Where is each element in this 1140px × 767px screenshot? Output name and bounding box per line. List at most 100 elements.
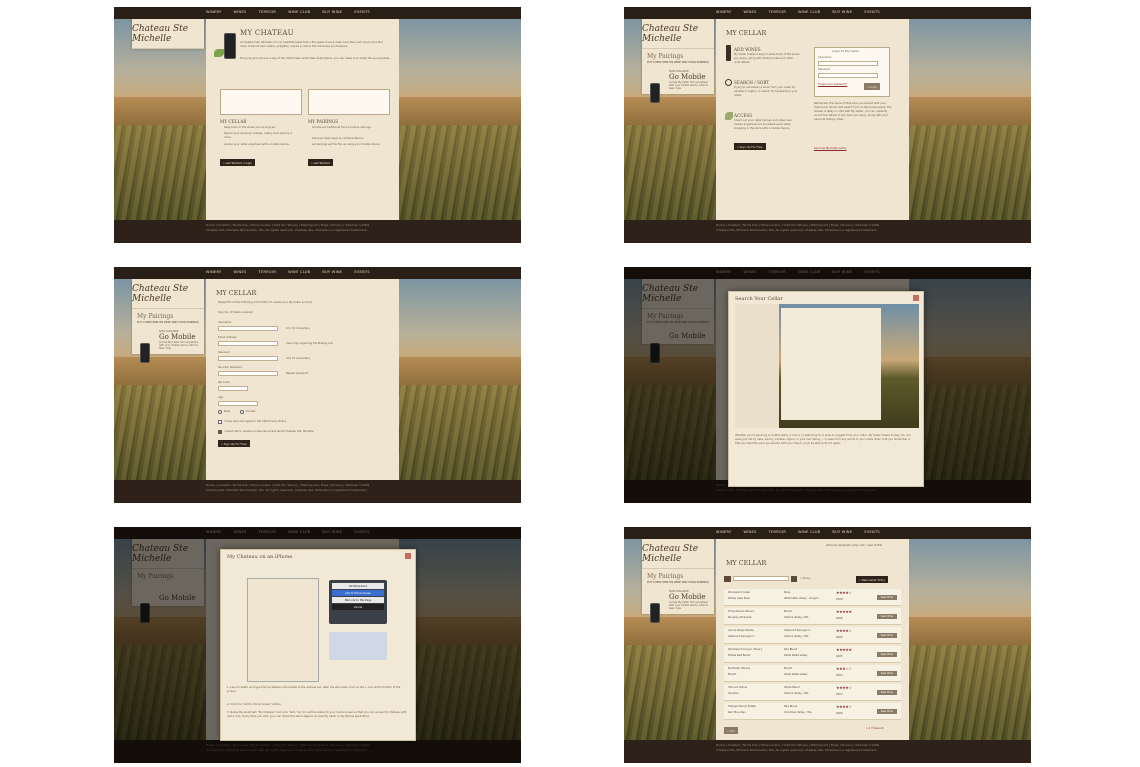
view-wine-button[interactable]: View Wine [876,614,897,619]
agree-label: I have read and agree to the CSM Privacy… [224,420,287,423]
mobile-title[interactable]: Go Mobile [669,73,709,81]
pairings-item: Go beyond traditional food and wine pair… [312,126,372,129]
nav-terroir[interactable]: TERROIR [769,10,787,14]
email-input[interactable] [218,341,278,346]
nav-terroir[interactable]: TERROIR [259,270,277,274]
view-wine-button[interactable]: View Wine [876,595,897,600]
nav-wine-club[interactable]: WINE CLUB [288,10,310,14]
pairings-title[interactable]: My Pairings [647,573,709,580]
add-bookmark-button[interactable]: Add Bookmark [332,583,384,589]
logo[interactable]: Chateau Ste Michelle [132,19,204,49]
sign-up-button[interactable]: » Sign Up For Free [218,440,250,447]
reenter-password-input[interactable] [218,371,278,376]
wine-sub: Estate Red Blend [728,654,751,657]
content-panel: MY CELLAR Please fill out the following … [206,279,399,480]
nav-terroir[interactable]: TERROIR [259,10,277,14]
list-by-control[interactable]: « list by [800,577,810,581]
mobile-title[interactable]: Go Mobile [669,593,709,601]
nav-buy-wine[interactable]: BUY WINE [322,270,342,274]
page-title: MY CELLAR [726,559,767,567]
nav-wines[interactable]: WINES [233,270,246,274]
table-row[interactable]: Woodward Canyon Winery Estate Red Blend Re… [724,646,901,663]
table-row[interactable]: Northstar Winery Merlot Merlot Walla Walla … [724,665,901,682]
nav-wine-club[interactable]: WINE CLUB [798,530,820,534]
pairings-heading: MY PAIRINGS [308,119,339,124]
close-icon[interactable] [405,553,411,559]
nav-events[interactable]: EVENTS [354,10,370,14]
password-input[interactable] [818,73,878,78]
forgot-password-link[interactable]: Forgot your password? [818,83,847,87]
sign-up-button[interactable]: » Sign Up For Free [734,143,766,150]
add-button[interactable]: » Add [724,727,739,734]
table-row[interactable]: Three Rivers Winery Runway Ultracade Merlo… [724,608,901,625]
nav-winery[interactable]: WINERY [716,10,731,14]
gender-radio-male[interactable] [218,410,222,414]
page-title: MY CELLAR [216,289,257,297]
access-heading: ACCESS [734,113,753,118]
pairings-sub: PUT A NEW SPIN ON WINE AND FOOD PAIRINGS [647,581,709,584]
login-button[interactable]: » Login [864,83,881,90]
nav-winery[interactable]: WINERY [206,10,221,14]
sidebar: Chateau Ste Michelle My Pairings PUT A N… [132,279,204,363]
view-wine-button[interactable]: View Wine [876,633,897,638]
table-row[interactable]: Chinook Wines Semillon White Blend Yakima V… [724,684,901,701]
cancel-button[interactable]: Cancel [332,604,384,610]
zip-input[interactable] [218,386,248,391]
close-icon[interactable] [913,295,919,301]
age-input[interactable] [218,401,258,406]
nav-wines[interactable]: WINES [233,10,246,14]
nav-events[interactable]: EVENTS [864,10,880,14]
logo[interactable]: Chateau Ste Michelle [642,19,714,49]
wine-name: Hedges Family Estate [728,705,756,708]
wine-region: Walla Walla Valley [784,654,808,657]
username-input[interactable] [218,326,278,331]
nav-wines[interactable]: WINES [743,10,756,14]
welcome-bar[interactable]: Welcome playtesta | Sign Out | View Prof… [826,544,882,548]
gender-radio-female[interactable] [240,410,244,414]
pairings-title[interactable]: My Pairings [137,313,199,320]
username-input[interactable] [818,61,878,66]
agree-checkbox[interactable] [218,420,222,424]
nav-winery[interactable]: WINERY [206,270,221,274]
nav-events[interactable]: EVENTS [354,270,370,274]
search-input[interactable] [733,576,789,581]
nav-buy-wine[interactable]: BUY WINE [322,10,342,14]
nav-buy-wine[interactable]: BUY WINE [832,10,852,14]
how-it-works-link[interactable]: See how My Cellar works [814,147,846,151]
nav-wines[interactable]: WINES [743,530,756,534]
nav-wine-club[interactable]: WINE CLUB [288,270,310,274]
field-hint: Repeat password [286,372,309,375]
table-row[interactable]: Canoe Ridge Estate Cabernet Sauvignon Cabe… [724,627,901,644]
nav-winery[interactable]: WINERY [716,530,731,534]
get-started-login-button[interactable]: » Get Started / Login [220,159,256,166]
view-wine-button[interactable]: View Wine [876,690,897,695]
pager[interactable]: 1 2 3 View All [866,727,884,731]
view-wine-button[interactable]: View Wine [876,671,897,676]
sidebar-content: My Pairings PUT A NEW SPIN ON WINE AND F… [642,49,714,103]
step-3-text: 3. Name the bookmark "My Chateau" and cl… [227,711,407,718]
table-row[interactable]: Hedges Family Estate Red Mountain Red Blen… [724,703,901,720]
logo[interactable]: Chateau Ste Michelle [642,539,714,569]
view-wine-button[interactable]: View Wine [876,652,897,657]
sidebar-content: My Pairings PUT A NEW SPIN ON WINE AND F… [642,569,714,623]
view-wine-button[interactable]: View Wine [876,709,897,714]
nav-buy-wine[interactable]: BUY WINE [832,530,852,534]
nav-terroir[interactable]: TERROIR [769,530,787,534]
search-icon[interactable] [791,576,797,582]
mail-link-button[interactable]: Mail Link to this Page [332,597,384,603]
nav-wine-club[interactable]: WINE CLUB [798,10,820,14]
nav-events[interactable]: EVENTS [864,530,880,534]
mobile-title[interactable]: Go Mobile [159,333,199,341]
optin-checkbox[interactable] [218,430,222,434]
new-cellar-entry-button[interactable]: » New Cellar Entry [856,576,889,583]
add-home-screen-button[interactable]: Add to Home Screen [332,590,384,596]
logo[interactable]: Chateau Ste Michelle [132,279,204,309]
pairings-title[interactable]: My Pairings [647,53,709,60]
footer: Home | Contact | Terms Use | Store Locat… [114,480,521,503]
intro-text-2: Enjoying good wine is a way of life. Wit… [240,57,390,60]
get-started-button[interactable]: » Get Started [308,159,333,166]
table-row[interactable]: Woodward Creek Whale Lake Rose Rose Willame… [724,589,901,606]
nav-links: WINERY WINES TERROIR WINE CLUB BUY WINE EVENT… [206,270,370,274]
wine-name: Northstar Winery [728,667,751,670]
password-input[interactable] [218,356,278,361]
